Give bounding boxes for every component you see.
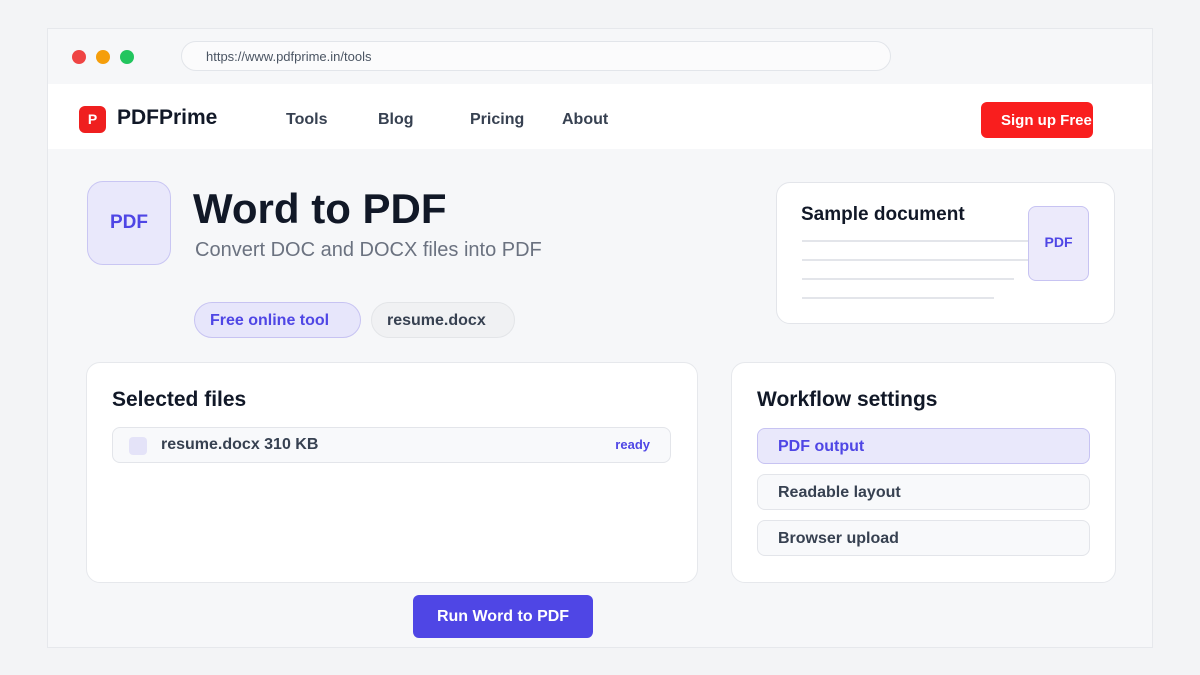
document-line (802, 297, 994, 299)
logo-icon[interactable]: P (79, 106, 106, 133)
run-conversion-button[interactable]: Run Word to PDF (413, 595, 593, 638)
selected-files-title: Selected files (112, 388, 247, 411)
page-title: Word to PDF (193, 185, 447, 232)
browser-chrome: https://www.pdfprime.in/tools (48, 29, 1152, 84)
document-line (802, 278, 1014, 280)
workflow-settings-title: Workflow settings (757, 388, 938, 411)
logo-text[interactable]: PDFPrime (117, 106, 217, 130)
minimize-window-icon[interactable] (96, 50, 110, 64)
option-readable-layout[interactable]: Readable layout (757, 474, 1090, 510)
page-subtitle: Convert DOC and DOCX files into PDF (195, 239, 542, 261)
free-tool-badge: Free online tool (194, 302, 361, 338)
pdf-tool-icon: PDF (87, 181, 171, 265)
browser-window: https://www.pdfprime.in/tools P PDFPrime… (47, 28, 1153, 648)
document-line (802, 259, 1034, 261)
option-browser-upload[interactable]: Browser upload (757, 520, 1090, 556)
nav-link-tools[interactable]: Tools (286, 111, 327, 129)
document-line (802, 240, 1064, 242)
file-row[interactable]: resume.docx 310 KB ready (112, 427, 671, 463)
maximize-window-icon[interactable] (120, 50, 134, 64)
option-pdf-output[interactable]: PDF output (757, 428, 1090, 464)
nav-link-about[interactable]: About (562, 111, 608, 129)
file-checkbox[interactable] (129, 437, 147, 455)
file-name: resume.docx 310 KB (161, 436, 319, 453)
sample-document-title: Sample document (801, 204, 965, 225)
pdf-file-icon: PDF (1028, 206, 1089, 281)
signup-button[interactable]: Sign up Free (981, 102, 1093, 138)
nav-link-blog[interactable]: Blog (378, 111, 414, 129)
nav-link-pricing[interactable]: Pricing (470, 111, 524, 129)
sample-document-card: Sample document PDF (776, 182, 1115, 324)
url-bar[interactable]: https://www.pdfprime.in/tools (181, 41, 891, 71)
file-status-badge: ready (615, 437, 650, 452)
file-name-badge: resume.docx (371, 302, 515, 338)
selected-files-panel: Selected files resume.docx 310 KB ready (86, 362, 698, 583)
site-navbar: P PDFPrime Tools Blog Pricing About Sign… (48, 84, 1152, 149)
close-window-icon[interactable] (72, 50, 86, 64)
workflow-settings-panel: Workflow settings PDF output Readable la… (731, 362, 1116, 583)
